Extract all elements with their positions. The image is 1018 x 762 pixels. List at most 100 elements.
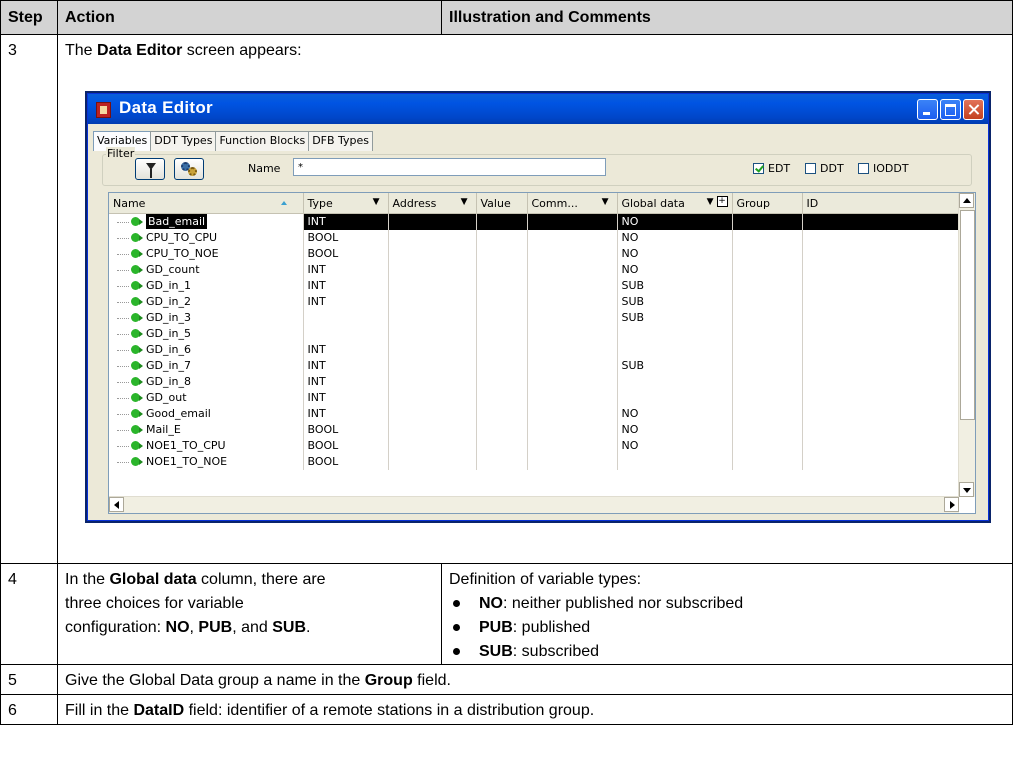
variable-address-cell[interactable] — [388, 406, 477, 422]
variable-value-cell[interactable] — [476, 294, 528, 310]
variable-id-cell[interactable] — [802, 326, 960, 342]
variable-group-cell[interactable] — [732, 326, 803, 342]
variable-address-cell[interactable] — [388, 262, 477, 278]
variable-group-cell[interactable] — [732, 454, 803, 470]
variable-comment-cell[interactable] — [527, 294, 618, 310]
dropdown-arrow-icon[interactable]: ▼ — [602, 197, 609, 207]
title-bar[interactable]: Data Editor — [88, 94, 988, 124]
scroll-left-icon[interactable] — [109, 497, 124, 512]
variable-group-cell[interactable] — [732, 438, 803, 454]
variable-row[interactable]: Mail_E BOOL NO — [109, 422, 960, 438]
variable-row[interactable]: Good_email INT NO — [109, 406, 960, 422]
variable-address-cell[interactable] — [388, 326, 477, 342]
variable-row[interactable]: GD_in_7 INT SUB — [109, 358, 960, 374]
variable-name-cell[interactable]: GD_in_2 — [109, 294, 304, 310]
variable-group-cell[interactable] — [732, 406, 803, 422]
variable-name-cell[interactable]: CPU_TO_CPU — [109, 230, 304, 246]
column-header-group[interactable]: Group — [732, 193, 803, 214]
variable-group-cell[interactable] — [732, 230, 803, 246]
variable-value-cell[interactable] — [476, 246, 528, 262]
variable-address-cell[interactable] — [388, 246, 477, 262]
variable-id-cell[interactable] — [802, 278, 960, 294]
variable-group-cell[interactable] — [732, 358, 803, 374]
variable-row[interactable]: NOE1_TO_NOE BOOL — [109, 454, 960, 470]
variable-id-cell[interactable] — [802, 246, 960, 262]
variable-row[interactable]: GD_in_3 SUB — [109, 310, 960, 326]
variable-address-cell[interactable] — [388, 294, 477, 310]
vertical-scroll-thumb[interactable] — [960, 210, 975, 420]
variable-id-cell[interactable] — [802, 390, 960, 406]
ioddt-checkbox[interactable] — [858, 163, 869, 174]
scroll-right-icon[interactable] — [944, 497, 959, 512]
variable-global-data-cell[interactable] — [617, 374, 733, 390]
variable-value-cell[interactable] — [476, 406, 528, 422]
variable-type-cell[interactable]: BOOL — [303, 422, 389, 438]
scroll-down-icon[interactable] — [959, 482, 974, 497]
variable-comment-cell[interactable] — [527, 342, 618, 358]
variable-name-cell[interactable]: GD_in_1 — [109, 278, 304, 294]
variable-name-cell[interactable]: CPU_TO_NOE — [109, 246, 304, 262]
variable-type-cell[interactable]: INT — [303, 294, 389, 310]
variable-comment-cell[interactable] — [527, 213, 618, 230]
variable-id-cell[interactable] — [802, 374, 960, 390]
variable-id-cell[interactable] — [802, 454, 960, 470]
variable-comment-cell[interactable] — [527, 310, 618, 326]
variable-group-cell[interactable] — [732, 213, 803, 230]
variable-row[interactable]: GD_in_5 — [109, 326, 960, 342]
variable-global-data-cell[interactable]: NO — [617, 438, 733, 454]
variable-comment-cell[interactable] — [527, 262, 618, 278]
variable-global-data-cell[interactable]: SUB — [617, 278, 733, 294]
variable-type-cell[interactable] — [303, 310, 389, 326]
variable-comment-cell[interactable] — [527, 278, 618, 294]
variable-type-cell[interactable]: BOOL — [303, 454, 389, 470]
vertical-scrollbar[interactable] — [958, 193, 975, 497]
variable-address-cell[interactable] — [388, 213, 477, 230]
variable-group-cell[interactable] — [732, 278, 803, 294]
variable-name-cell[interactable]: GD_in_6 — [109, 342, 304, 358]
column-header-comment[interactable]: Comm... ▼ — [527, 193, 618, 214]
variable-id-cell[interactable] — [802, 230, 960, 246]
variable-name-cell[interactable]: Bad_email — [109, 213, 304, 230]
minimize-icon[interactable] — [917, 99, 938, 120]
variable-global-data-cell[interactable] — [617, 390, 733, 406]
ddt-checkbox[interactable] — [805, 163, 816, 174]
tab-dfb-types[interactable]: DFB Types — [308, 131, 374, 151]
variable-global-data-cell[interactable]: NO — [617, 213, 733, 230]
variable-id-cell[interactable] — [802, 358, 960, 374]
close-icon[interactable] — [963, 99, 984, 120]
variable-row[interactable]: GD_in_2 INT SUB — [109, 294, 960, 310]
variable-comment-cell[interactable] — [527, 454, 618, 470]
variable-value-cell[interactable] — [476, 422, 528, 438]
variable-row[interactable]: GD_count INT NO — [109, 262, 960, 278]
expand-icon[interactable]: + — [716, 196, 728, 207]
variable-address-cell[interactable] — [388, 390, 477, 406]
column-header-id[interactable]: ID — [802, 193, 960, 214]
variable-value-cell[interactable] — [476, 326, 528, 342]
variable-global-data-cell[interactable]: SUB — [617, 358, 733, 374]
scroll-up-icon[interactable] — [959, 193, 974, 208]
tab-ddt-types[interactable]: DDT Types — [150, 131, 217, 151]
variable-group-cell[interactable] — [732, 246, 803, 262]
variable-row[interactable]: Bad_email INT NO — [109, 213, 960, 230]
variable-type-cell[interactable]: INT — [303, 358, 389, 374]
variable-type-cell[interactable]: INT — [303, 262, 389, 278]
variable-global-data-cell[interactable]: SUB — [617, 294, 733, 310]
variable-row[interactable]: GD_in_8 INT — [109, 374, 960, 390]
variable-name-cell[interactable]: GD_out — [109, 390, 304, 406]
variable-id-cell[interactable] — [802, 262, 960, 278]
variable-row[interactable]: GD_in_1 INT SUB — [109, 278, 960, 294]
variable-address-cell[interactable] — [388, 310, 477, 326]
variable-global-data-cell[interactable]: NO — [617, 246, 733, 262]
variable-id-cell[interactable] — [802, 438, 960, 454]
variable-comment-cell[interactable] — [527, 390, 618, 406]
variable-value-cell[interactable] — [476, 278, 528, 294]
variable-value-cell[interactable] — [476, 262, 528, 278]
variable-row[interactable]: CPU_TO_CPU BOOL NO — [109, 230, 960, 246]
variable-id-cell[interactable] — [802, 294, 960, 310]
variable-type-cell[interactable] — [303, 326, 389, 342]
variable-value-cell[interactable] — [476, 213, 528, 230]
variable-address-cell[interactable] — [388, 422, 477, 438]
variable-global-data-cell[interactable]: SUB — [617, 310, 733, 326]
variable-address-cell[interactable] — [388, 278, 477, 294]
tab-function-blocks[interactable]: Function Blocks — [215, 131, 310, 151]
